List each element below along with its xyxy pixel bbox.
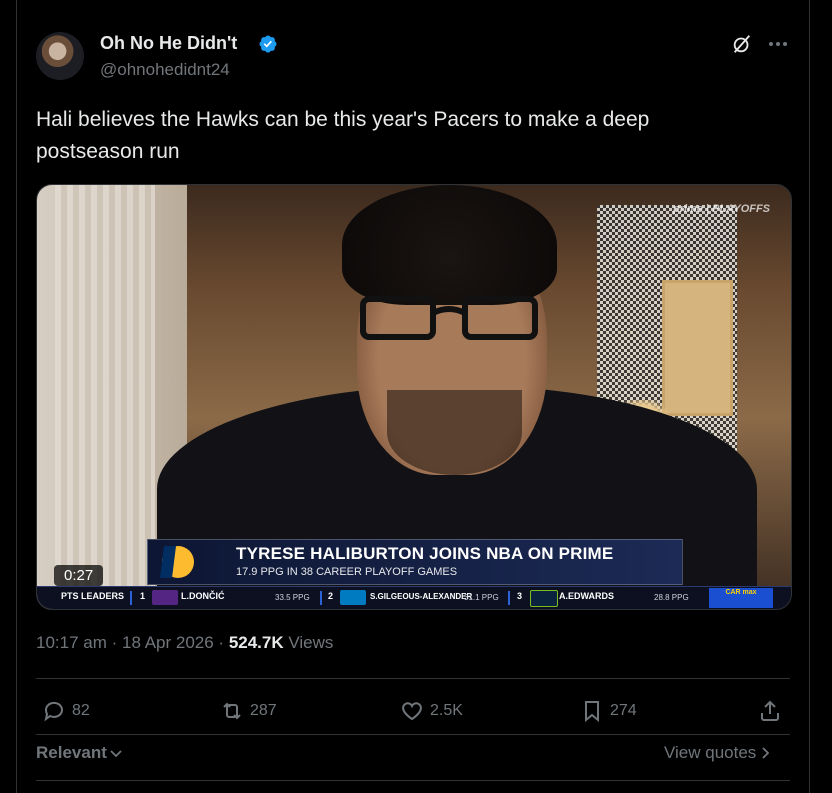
bookmark-count: 274	[610, 702, 637, 719]
tweet-text: Hali believes the Hawks can be this year…	[36, 108, 650, 163]
thunder-logo-icon	[340, 590, 366, 605]
reply-icon	[44, 701, 63, 722]
ticker-player-name: L.DONČIĆ	[181, 591, 225, 601]
verified-icon	[259, 35, 277, 53]
repost-icon	[223, 702, 241, 720]
repost-button[interactable]: 287	[220, 697, 277, 725]
sort-replies-dropdown[interactable]: Relevant	[36, 743, 123, 763]
video-duration: 0:27	[54, 565, 104, 586]
ticker-divider	[508, 591, 510, 605]
sponsor-logo: CAR max	[709, 588, 773, 608]
author-name[interactable]: Oh No He Didn't	[100, 33, 237, 54]
post-date[interactable]: 18 Apr 2026	[122, 633, 214, 652]
video-player[interactable]: prime | PLAYOFFS TYRESE HALIBURTON JOINS…	[36, 184, 792, 610]
share-icon	[761, 700, 779, 721]
lower-third-subtitle: 17.9 PPG IN 38 CAREER PLAYOFF GAMES	[236, 566, 458, 578]
ticker-player-name: A.EDWARDS	[559, 591, 615, 601]
divider	[36, 780, 790, 781]
lower-third-title: TYRESE HALIBURTON JOINS NBA ON PRIME	[236, 544, 614, 563]
divider	[36, 734, 790, 735]
reply-button[interactable]: 82	[42, 697, 90, 725]
sort-label: Relevant	[36, 743, 107, 762]
like-count: 2.5K	[430, 702, 463, 719]
reply-count: 82	[72, 702, 90, 719]
bookmark-button[interactable]: 274	[580, 697, 637, 725]
ticker-rank: 1	[140, 591, 146, 601]
views-label: Views	[288, 633, 334, 652]
video-person-beard	[387, 390, 522, 475]
ticker-player-name: S.GILGEOUS-ALEXANDER	[370, 592, 473, 601]
post-meta: 10:17 am · 18 Apr 2026 · 524.7K Views	[36, 633, 334, 652]
ticker-player-stat: 33.5 PPG	[275, 593, 310, 602]
ticker-rank: 2	[328, 591, 334, 601]
divider	[36, 678, 790, 679]
view-quotes-link[interactable]: View quotes	[664, 743, 770, 763]
ticker-rank: 3	[517, 591, 523, 601]
view-quotes-label: View quotes	[664, 743, 757, 762]
ticker-label: PTS LEADERS	[61, 591, 125, 601]
ticker-player-stat: 31.1 PPG	[464, 593, 499, 602]
post-time[interactable]: 10:17 am	[36, 633, 107, 652]
bookmark-icon	[585, 701, 599, 723]
video-watermark: prime | PLAYOFFS	[673, 203, 771, 215]
like-icon	[402, 702, 422, 721]
ticker-divider	[130, 591, 132, 605]
chevron-right-icon	[762, 747, 770, 759]
ticker-divider	[320, 591, 322, 605]
video-person-hair	[342, 185, 557, 305]
pacers-logo-icon	[160, 546, 194, 578]
author-handle[interactable]: @ohnohedidnt24	[100, 60, 230, 80]
more-icon[interactable]	[768, 41, 788, 47]
video-person-glasses	[360, 296, 538, 340]
timberwolves-logo-icon	[530, 590, 558, 607]
grok-icon[interactable]	[731, 33, 753, 55]
lakers-logo-icon	[152, 590, 178, 605]
ticker-player-stat: 28.8 PPG	[654, 593, 689, 602]
like-button[interactable]: 2.5K	[400, 697, 463, 725]
video-ticker: PTS LEADERS 1 L.DONČIĆ 33.5 PPG 2 S.GILG…	[37, 586, 791, 609]
author-avatar[interactable]	[36, 32, 84, 80]
video-lower-third: TYRESE HALIBURTON JOINS NBA ON PRIME 17.…	[147, 539, 683, 585]
video-wall-art	[662, 280, 733, 416]
views-count: 524.7K	[228, 633, 284, 652]
share-button[interactable]	[758, 697, 782, 725]
repost-count: 287	[250, 702, 277, 719]
chevron-down-icon	[110, 750, 122, 758]
